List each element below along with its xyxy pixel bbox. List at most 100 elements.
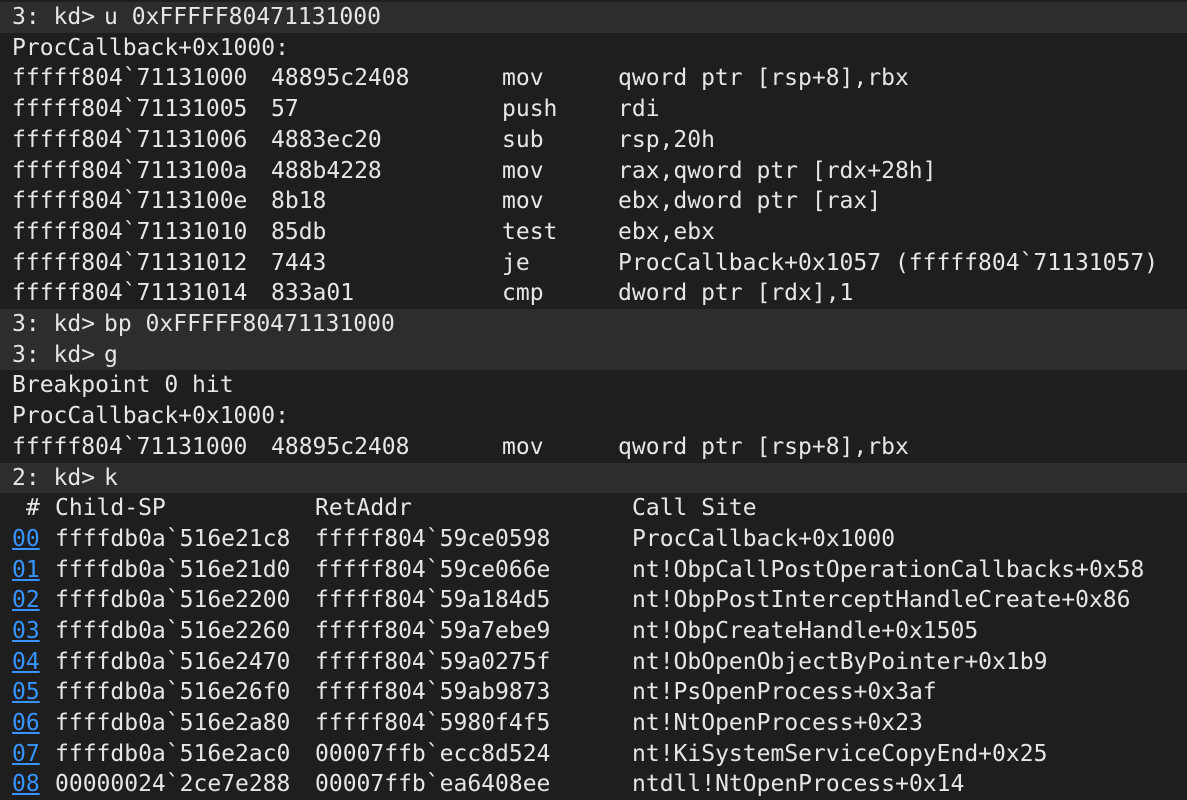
frame-number-link[interactable]: 04 xyxy=(12,647,40,678)
child-sp: ffffdb0a`516e2ac0 xyxy=(55,740,291,767)
frame-number-link[interactable]: 06 xyxy=(12,708,40,739)
address: fffff804`7113100e xyxy=(12,188,248,215)
operands: qword ptr [rsp+8],rbx xyxy=(618,65,909,92)
disasm-row: fffff804`71131012 7443 je ProcCallback+0… xyxy=(0,248,1187,279)
symbol-label: ProcCallback+0x1000: xyxy=(0,33,1187,64)
disasm-row: fffff804`71131000 48895c2408 mov qword p… xyxy=(0,432,1187,463)
return-address: fffff804`59a0275f xyxy=(315,648,551,675)
opcode-bytes: 8b18 xyxy=(271,188,327,215)
return-address: fffff804`59ce0598 xyxy=(315,525,551,552)
debugger-console: 3: kd> u 0xFFFFF80471131000 ProcCallback… xyxy=(0,0,1187,800)
mnemonic: mov xyxy=(502,65,544,92)
ret-addr-header: RetAddr xyxy=(315,495,412,522)
call-site: nt!ObpCreateHandle+0x1505 xyxy=(632,618,979,644)
frame-number-link[interactable]: 08 xyxy=(12,769,40,800)
mnemonic: mov xyxy=(502,433,544,460)
frame-number-link[interactable]: 02 xyxy=(12,585,40,616)
stack-frame-row: 03 ffffdb0a`516e2260 fffff804`59a7ebe9 n… xyxy=(0,616,1187,647)
command-line: 3: kd> g xyxy=(0,339,1187,371)
breakpoint-message: Breakpoint 0 hit xyxy=(0,370,1187,401)
address: fffff804`71131006 xyxy=(12,126,248,153)
opcode-bytes: 57 xyxy=(271,96,299,123)
disasm-row: fffff804`71131010 85db test ebx,ebx xyxy=(0,217,1187,248)
frame-number-link[interactable]: 03 xyxy=(12,616,40,647)
label-text: ProcCallback+0x1000: xyxy=(12,403,289,430)
opcode-bytes: 7443 xyxy=(271,249,327,276)
stack-frame-row: 01 ffffdb0a`516e21d0 fffff804`59ce066e n… xyxy=(0,555,1187,586)
stack-frame-row: 04 ffffdb0a`516e2470 fffff804`59a0275f n… xyxy=(0,647,1187,678)
child-sp: ffffdb0a`516e2a80 xyxy=(55,710,291,737)
return-address: fffff804`59ab9873 xyxy=(315,679,551,706)
mnemonic: cmp xyxy=(502,280,544,307)
disasm-row: fffff804`71131000 48895c2408 mov qword p… xyxy=(0,63,1187,94)
call-site: nt!KiSystemServiceCopyEnd+0x25 xyxy=(632,740,1048,767)
command-text: g xyxy=(104,341,118,368)
child-sp: ffffdb0a`516e2470 xyxy=(55,648,291,675)
mnemonic: mov xyxy=(502,188,544,215)
child-sp: ffffdb0a`516e2200 xyxy=(55,587,291,614)
address: fffff804`71131000 xyxy=(12,433,248,460)
command-line: 3: kd> bp 0xFFFFF80471131000 xyxy=(0,309,1187,340)
call-site-header: Call Site xyxy=(632,495,757,522)
opcode-bytes: 48895c2408 xyxy=(271,433,410,460)
return-address: fffff804`59a7ebe9 xyxy=(315,618,551,644)
address: fffff804`71131000 xyxy=(12,65,248,92)
operands: rdi xyxy=(618,96,660,123)
command-line: 3: kd> u 0xFFFFF80471131000 xyxy=(0,2,1187,33)
disasm-row: fffff804`71131014 833a01 cmp dword ptr [… xyxy=(0,278,1187,309)
operands: rsp,20h xyxy=(618,126,715,153)
address: fffff804`71131010 xyxy=(12,218,248,245)
frame-number-link[interactable]: 05 xyxy=(12,677,40,708)
disasm-row: fffff804`7113100a 488b4228 mov rax,qword… xyxy=(0,156,1187,187)
operands: qword ptr [rsp+8],rbx xyxy=(618,433,909,460)
mnemonic: je xyxy=(502,249,530,276)
child-sp-header: Child-SP xyxy=(55,495,166,522)
return-address: fffff804`59ce066e xyxy=(315,556,551,583)
frame-number-link[interactable]: 01 xyxy=(12,555,40,586)
opcode-bytes: 85db xyxy=(271,218,327,245)
stack-header: # Child-SP RetAddr Call Site xyxy=(0,493,1187,524)
disasm-row: fffff804`7113100e 8b18 mov ebx,dword ptr… xyxy=(0,186,1187,217)
return-address: fffff804`5980f4f5 xyxy=(315,710,551,737)
call-site: nt!ObOpenObjectByPointer+0x1b9 xyxy=(632,648,1048,675)
stack-frame-row: 07 ffffdb0a`516e2ac0 00007ffb`ecc8d524 n… xyxy=(0,739,1187,770)
opcode-bytes: 488b4228 xyxy=(271,157,382,184)
prompt: 3: kd> xyxy=(12,311,96,337)
operands: dword ptr [rdx],1 xyxy=(618,280,854,307)
child-sp: ffffdb0a`516e26f0 xyxy=(55,679,291,706)
command-text: u 0xFFFFF80471131000 xyxy=(104,4,381,30)
call-site: nt!PsOpenProcess+0x3af xyxy=(632,679,937,706)
stack-frame-row: 02 ffffdb0a`516e2200 fffff804`59a184d5 n… xyxy=(0,585,1187,616)
address: fffff804`7113100a xyxy=(12,157,248,184)
operands: rax,qword ptr [rdx+28h] xyxy=(618,157,937,184)
frame-number-header: # xyxy=(26,495,40,522)
frame-number-link[interactable]: 07 xyxy=(12,739,40,770)
operands: ebx,dword ptr [rax] xyxy=(618,188,882,215)
stack-frame-row: 00 ffffdb0a`516e21c8 fffff804`59ce0598 P… xyxy=(0,524,1187,555)
call-site: nt!ObpCallPostOperationCallbacks+0x58 xyxy=(632,556,1145,583)
command-text: bp 0xFFFFF80471131000 xyxy=(104,311,395,337)
address: fffff804`71131005 xyxy=(12,96,248,123)
label-text: ProcCallback+0x1000: xyxy=(12,34,289,61)
frame-number-link[interactable]: 00 xyxy=(12,524,40,555)
stack-frame-row: 06 ffffdb0a`516e2a80 fffff804`5980f4f5 n… xyxy=(0,708,1187,739)
mnemonic: sub xyxy=(502,126,544,153)
return-address: 00007ffb`ea6408ee xyxy=(315,771,551,798)
return-address: fffff804`59a184d5 xyxy=(315,587,551,614)
command-line: 2: kd> k xyxy=(0,462,1187,494)
opcode-bytes: 4883ec20 xyxy=(271,126,382,153)
child-sp: ffffdb0a`516e21d0 xyxy=(55,556,291,583)
mnemonic: test xyxy=(502,218,558,245)
symbol-label: ProcCallback+0x1000: xyxy=(0,401,1187,432)
disasm-row: fffff804`71131006 4883ec20 sub rsp,20h xyxy=(0,125,1187,156)
call-site: nt!ObpPostInterceptHandleCreate+0x86 xyxy=(632,587,1131,614)
operands: ProcCallback+0x1057 (fffff804`71131057) xyxy=(618,249,1159,276)
prompt: 3: kd> xyxy=(12,4,96,30)
call-site: nt!NtOpenProcess+0x23 xyxy=(632,710,923,737)
call-site: ntdll!NtOpenProcess+0x14 xyxy=(632,771,965,798)
prompt: 2: kd> xyxy=(12,464,96,491)
return-address: 00007ffb`ecc8d524 xyxy=(315,740,551,767)
mnemonic: push xyxy=(502,96,558,123)
stack-frame-row: 08 00000024`2ce7e288 00007ffb`ea6408ee n… xyxy=(0,769,1187,800)
operands: ebx,ebx xyxy=(618,218,715,245)
